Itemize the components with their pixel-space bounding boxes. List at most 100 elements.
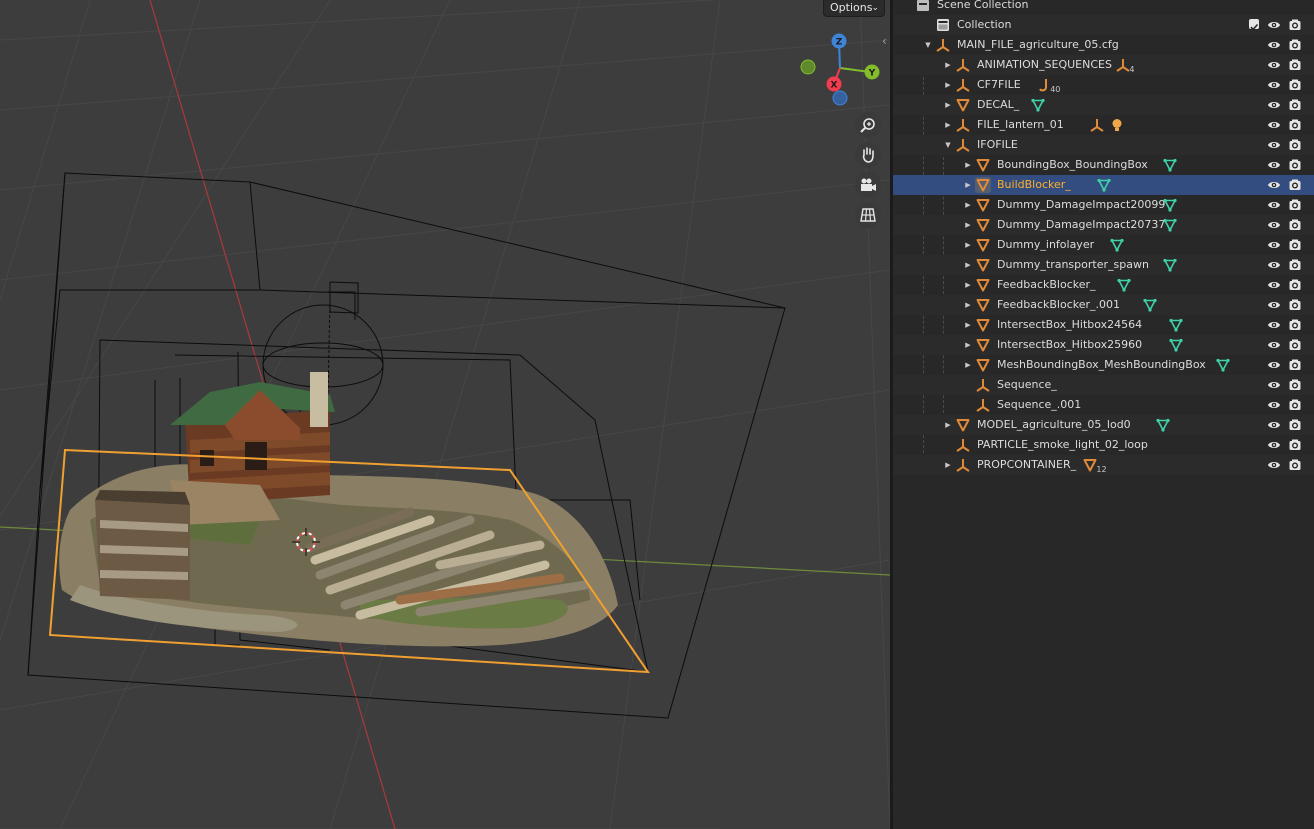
empty-icon bbox=[936, 39, 950, 52]
child-data-icon[interactable] bbox=[1163, 158, 1177, 172]
expand-arrow-right-icon[interactable]: ▶ bbox=[963, 215, 973, 235]
row-type-icon bbox=[976, 158, 990, 172]
outliner-row[interactable]: ▶ ANIMATION_SEQUENCES 4 bbox=[893, 55, 1314, 75]
child-data-icon[interactable] bbox=[1030, 98, 1045, 112]
render-camera-icon bbox=[1289, 39, 1301, 50]
exclude-checkbox[interactable] bbox=[1249, 19, 1259, 31]
expand-arrow-right-icon[interactable]: ▶ bbox=[943, 95, 953, 115]
outliner-row[interactable]: ▶ BoundingBox_BoundingBox bbox=[893, 155, 1314, 175]
child-data-icon[interactable] bbox=[1110, 238, 1124, 252]
child-data-icon[interactable] bbox=[1110, 118, 1124, 132]
outliner-row[interactable]: ▼ IFOFILE bbox=[893, 135, 1314, 155]
row-type-icon bbox=[976, 398, 990, 412]
render-camera-icon bbox=[1289, 459, 1301, 470]
expand-arrow-right-icon[interactable]: ▶ bbox=[943, 75, 953, 95]
child-data-icon[interactable] bbox=[1156, 418, 1170, 432]
outliner-item-label: Dummy_transporter_spawn bbox=[997, 258, 1149, 271]
outliner-row[interactable]: Sequence_.001 bbox=[893, 395, 1314, 415]
child-data-icon[interactable] bbox=[1163, 258, 1177, 272]
pan-button[interactable] bbox=[855, 142, 881, 168]
hand-pan-icon bbox=[862, 147, 874, 163]
options-dropdown[interactable]: Options ⌄ bbox=[823, 0, 885, 17]
expand-arrow-right-icon[interactable]: ▶ bbox=[963, 355, 973, 375]
outliner-row[interactable]: Scene Collection bbox=[893, 0, 1314, 15]
outliner-row[interactable]: ▶ CF7FILE 40 bbox=[893, 75, 1314, 95]
outliner-row[interactable]: ▶ FeedbackBlocker_.001 bbox=[893, 295, 1314, 315]
expand-arrow-right-icon[interactable]: ▶ bbox=[943, 55, 953, 75]
eye-icon bbox=[1268, 22, 1280, 28]
collection-icon bbox=[937, 19, 949, 31]
child-data-icon[interactable] bbox=[1097, 178, 1111, 192]
expand-arrow-right-icon[interactable]: ▶ bbox=[943, 115, 953, 135]
outliner-row[interactable]: ▶ IntersectBox_Hitbox24564 bbox=[893, 315, 1314, 335]
expand-arrow-right-icon[interactable]: ▶ bbox=[963, 295, 973, 315]
mesh-data-icon bbox=[1163, 218, 1177, 232]
child-data-icon[interactable] bbox=[1037, 78, 1051, 92]
outliner-panel[interactable]: Scene Collection Collection ▼ MAIN_FILE_agr… bbox=[893, 0, 1314, 829]
expand-arrow-right-icon[interactable]: ▶ bbox=[963, 315, 973, 335]
outliner-item-label: MAIN_FILE_agriculture_05.cfg bbox=[957, 38, 1119, 51]
expand-arrow-down-icon[interactable]: ▼ bbox=[943, 135, 953, 155]
child-data-icon[interactable] bbox=[1169, 318, 1183, 332]
render-camera-icon bbox=[1289, 419, 1301, 430]
expand-arrow-right-icon[interactable]: ▶ bbox=[963, 255, 973, 275]
collapse-sidebar-icon[interactable]: ‹ bbox=[882, 34, 887, 48]
expand-arrow-right-icon[interactable]: ▶ bbox=[963, 155, 973, 175]
3d-viewport[interactable]: Y Z X Options ⌄ ‹ bbox=[0, 0, 890, 829]
render-camera-icon bbox=[1289, 59, 1301, 70]
render-toggle[interactable] bbox=[1288, 458, 1302, 479]
row-type-icon bbox=[976, 178, 990, 192]
outliner-item-label: IFOFILE bbox=[977, 138, 1018, 151]
outliner-row[interactable]: ▶ Dummy_infolayer bbox=[893, 235, 1314, 255]
child-data-icon[interactable] bbox=[1116, 58, 1130, 72]
outliner-row[interactable]: ▶ BuildBlocker_ bbox=[893, 175, 1314, 195]
child-data-icon[interactable] bbox=[1163, 198, 1177, 212]
expand-arrow-right-icon[interactable]: ▶ bbox=[963, 175, 973, 195]
outliner-row[interactable]: Collection bbox=[893, 15, 1314, 35]
outliner-row[interactable]: ▶ FILE_lantern_01 bbox=[893, 115, 1314, 135]
render-camera-icon bbox=[1289, 319, 1301, 330]
outliner-row[interactable]: ▶ IntersectBox_Hitbox25960 bbox=[893, 335, 1314, 355]
child-data-icon[interactable] bbox=[1163, 218, 1177, 232]
child-data-icon[interactable] bbox=[1215, 358, 1230, 372]
outliner-row[interactable]: ▶ MeshBoundingBox_MeshBoundingBox bbox=[893, 355, 1314, 375]
outliner-row[interactable]: ▶ DECAL_ bbox=[893, 95, 1314, 115]
expand-arrow-right-icon[interactable]: ▶ bbox=[963, 235, 973, 255]
visibility-toggle[interactable] bbox=[1267, 458, 1281, 479]
expand-arrow-right-icon[interactable]: ▶ bbox=[943, 415, 953, 435]
eye-icon bbox=[1268, 422, 1280, 428]
child-data-icon[interactable] bbox=[1169, 338, 1183, 352]
outliner-row[interactable]: ▶ MODEL_agriculture_05_lod0 bbox=[893, 415, 1314, 435]
outliner-row[interactable]: ▶ FeedbackBlocker_ bbox=[893, 275, 1314, 295]
scene-view: Y Z X bbox=[0, 0, 890, 829]
expand-arrow-down-icon[interactable]: ▼ bbox=[923, 35, 933, 55]
outliner-item-label: ANIMATION_SEQUENCES bbox=[977, 58, 1112, 71]
scene-collection-icon bbox=[917, 0, 929, 11]
render-camera-icon bbox=[1289, 439, 1301, 450]
child-data-icon[interactable] bbox=[1090, 118, 1104, 132]
outliner-item-label: FeedbackBlocker_.001 bbox=[997, 298, 1121, 311]
expand-arrow-right-icon[interactable]: ▶ bbox=[943, 455, 953, 475]
expand-arrow-right-icon[interactable]: ▶ bbox=[963, 195, 973, 215]
outliner-row[interactable]: Sequence_ bbox=[893, 375, 1314, 395]
outliner-row[interactable]: ▶ PROPCONTAINER_ 12 bbox=[893, 455, 1314, 475]
ortho-toggle-button[interactable] bbox=[855, 202, 881, 228]
outliner-row[interactable]: ▶ Dummy_transporter_spawn bbox=[893, 255, 1314, 275]
outliner-row[interactable]: ▼ MAIN_FILE_agriculture_05.cfg bbox=[893, 35, 1314, 55]
render-camera-icon bbox=[1289, 99, 1301, 110]
outliner-row[interactable]: ▶ Dummy_DamageImpact20737 bbox=[893, 215, 1314, 235]
expand-arrow-right-icon[interactable]: ▶ bbox=[963, 275, 973, 295]
child-data-icon[interactable] bbox=[1143, 298, 1157, 312]
child-data-icon[interactable] bbox=[1083, 458, 1097, 472]
row-type-icon bbox=[976, 258, 990, 272]
camera-view-button[interactable] bbox=[855, 172, 881, 198]
child-data-icon[interactable] bbox=[1116, 278, 1131, 292]
eye-icon bbox=[1268, 82, 1280, 88]
mesh-icon bbox=[976, 179, 990, 192]
zoom-button[interactable] bbox=[855, 112, 881, 138]
render-camera-icon bbox=[1289, 379, 1301, 390]
outliner-row[interactable]: PARTICLE_smoke_light_02_loop bbox=[893, 435, 1314, 455]
expand-arrow-right-icon[interactable]: ▶ bbox=[963, 335, 973, 355]
eye-icon bbox=[1268, 302, 1280, 308]
outliner-row[interactable]: ▶ Dummy_DamageImpact20099 bbox=[893, 195, 1314, 215]
